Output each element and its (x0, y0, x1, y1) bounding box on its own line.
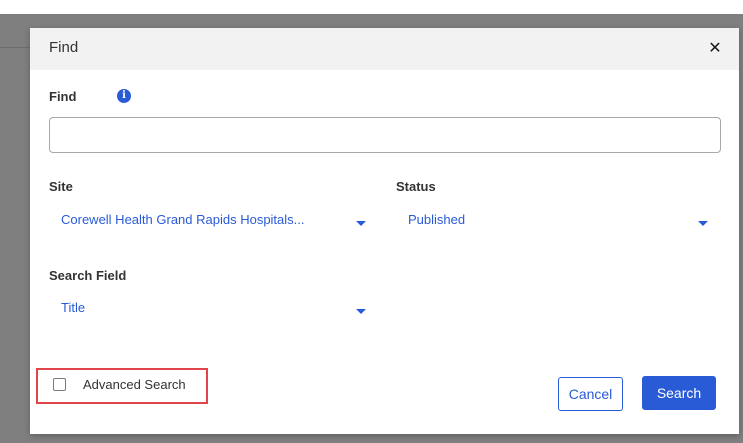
status-selected-value: Published (408, 212, 466, 227)
info-icon[interactable]: i (117, 89, 131, 103)
chevron-down-icon (356, 309, 366, 314)
search-field-label: Search Field (49, 268, 127, 283)
status-label: Status (396, 179, 436, 194)
dialog-title: Find (49, 39, 79, 56)
dialog-header: Find ✕ (30, 28, 739, 70)
search-field-select[interactable]: Title (49, 296, 369, 322)
find-label: Find (49, 89, 77, 104)
cancel-button[interactable]: Cancel (558, 377, 623, 411)
find-dialog: Find ✕ Find i Site Corewell Health Grand… (30, 28, 739, 434)
site-selected-value: Corewell Health Grand Rapids Hospitals..… (61, 212, 305, 227)
advanced-search-label[interactable]: Advanced Search (83, 377, 186, 392)
search-field-selected-value: Title (61, 300, 86, 315)
chevron-down-icon (698, 221, 708, 226)
page-top-band (0, 0, 743, 14)
find-input[interactable] (49, 117, 721, 153)
chevron-down-icon (356, 221, 366, 226)
status-select[interactable]: Published (396, 208, 712, 234)
page-divider (0, 47, 30, 48)
close-icon[interactable]: ✕ (705, 36, 725, 60)
site-select[interactable]: Corewell Health Grand Rapids Hospitals..… (49, 208, 369, 234)
search-button[interactable]: Search (642, 376, 716, 410)
site-label: Site (49, 179, 73, 194)
advanced-search-checkbox[interactable] (53, 378, 66, 391)
